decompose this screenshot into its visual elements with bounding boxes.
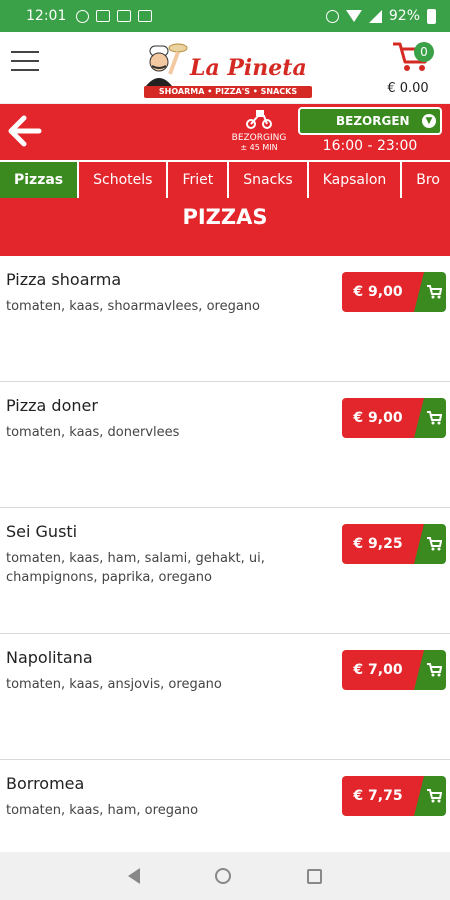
product-item: Pizza doner tomaten, kaas, donervlees € …	[0, 382, 450, 508]
product-name: Napolitana	[6, 648, 93, 667]
chevron-down-icon: ▼	[422, 114, 436, 128]
cart-count-badge: 0	[414, 42, 434, 62]
notification-icon	[96, 10, 111, 22]
notification-icons	[76, 9, 153, 23]
product-name: Pizza shoarma	[6, 270, 122, 289]
nav-back-icon[interactable]	[127, 868, 140, 884]
product-description: tomaten, kaas, ham, salami, gehakt, ui, …	[6, 551, 265, 585]
battery-icon	[427, 8, 436, 24]
contacts-icon	[117, 10, 132, 22]
delivery-bar: BEZORGING ± 45 MIN BEZORGEN ▼ 16:00 - 23…	[0, 104, 450, 160]
product-description: tomaten, kaas, donervlees	[6, 425, 180, 440]
product-description: tomaten, kaas, ham, oregano	[6, 803, 199, 818]
delivery-mode-select[interactable]: BEZORGEN ▼	[298, 107, 442, 135]
scooter-icon	[246, 110, 272, 129]
system-nav-bar	[0, 852, 450, 900]
tab-kapsalon[interactable]: Kapsalon	[309, 162, 403, 198]
product-price: € 7,75	[342, 776, 424, 816]
tab-pizzas[interactable]: Pizzas	[0, 162, 80, 198]
product-name: Pizza doner	[6, 396, 98, 415]
delivery-info: BEZORGING ± 45 MIN	[226, 108, 292, 158]
product-description: tomaten, kaas, shoarmavlees, oregano	[6, 299, 260, 314]
signal-icon	[368, 9, 382, 23]
cart-total: € 0.00	[387, 81, 429, 96]
delivery-mode-label: BEZORGEN	[336, 114, 410, 128]
product-list: Pizza shoarma tomaten, kaas, shoarmavlee…	[0, 256, 450, 886]
nav-recents-icon[interactable]	[307, 868, 323, 884]
section-title: PIZZAS	[0, 198, 450, 256]
app-header: La Pineta SHOARMA • PIZZA'S • SNACKS 0 €…	[0, 32, 450, 104]
tab-schotels[interactable]: Schotels	[79, 162, 169, 198]
logo-subtitle: SHOARMA • PIZZA'S • SNACKS	[144, 86, 312, 98]
nav-home-icon[interactable]	[215, 868, 232, 884]
logo[interactable]: La Pineta SHOARMA • PIZZA'S • SNACKS	[138, 36, 313, 100]
whatsapp-icon	[76, 9, 90, 23]
delivery-time: ± 45 MIN	[240, 143, 278, 152]
add-to-cart-button[interactable]: € 9,00	[342, 272, 446, 312]
status-bar: 12:01 92%	[0, 0, 450, 32]
tab-friet[interactable]: Friet	[168, 162, 230, 198]
delivery-label: BEZORGING	[231, 133, 287, 143]
product-price: € 9,00	[342, 398, 424, 438]
product-item: Pizza shoarma tomaten, kaas, shoarmavlee…	[0, 256, 450, 382]
product-item: Napolitana tomaten, kaas, ansjovis, oreg…	[0, 634, 450, 760]
laptop-icon	[138, 10, 153, 22]
product-description: tomaten, kaas, ansjovis, oregano	[6, 677, 222, 692]
category-tabs: Pizzas Schotels Friet Snacks Kapsalon Br…	[0, 160, 450, 198]
chef-icon	[146, 43, 188, 86]
product-price: € 7,00	[342, 650, 424, 690]
product-price: € 9,00	[342, 272, 424, 312]
product-name: Borromea	[6, 774, 85, 793]
back-arrow-icon[interactable]	[8, 114, 42, 148]
battery-percent: 92%	[388, 8, 420, 24]
vibrate-icon	[325, 9, 339, 23]
logo-title: La Pineta	[190, 55, 307, 81]
product-price: € 9,25	[342, 524, 424, 564]
menu-icon[interactable]	[11, 51, 39, 73]
product-name: Sei Gusti	[6, 522, 78, 541]
wifi-icon	[345, 10, 362, 22]
add-to-cart-button[interactable]: € 7,75	[342, 776, 446, 816]
status-time: 12:01	[26, 8, 67, 24]
tab-broodjes[interactable]: Bro	[402, 162, 450, 198]
opening-hours: 16:00 - 23:00	[322, 138, 418, 154]
add-to-cart-button[interactable]: € 9,25	[342, 524, 446, 564]
add-to-cart-button[interactable]: € 7,00	[342, 650, 446, 690]
product-item: Sei Gusti tomaten, kaas, ham, salami, ge…	[0, 508, 450, 634]
add-to-cart-button[interactable]: € 9,00	[342, 398, 446, 438]
cart-button[interactable]: 0 € 0.00	[386, 40, 436, 98]
tab-snacks[interactable]: Snacks	[229, 162, 309, 198]
